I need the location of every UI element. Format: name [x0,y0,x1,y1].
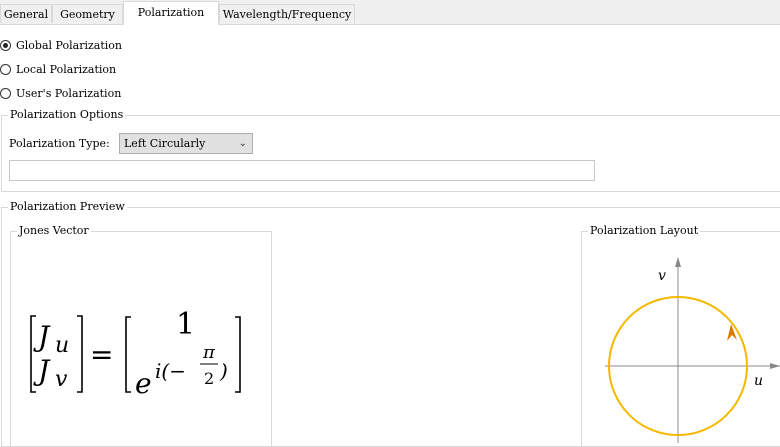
lhs-bottom-j: J [33,354,51,387]
lhs-top-sub: u [55,333,69,358]
rhs-frac-num: π [202,342,216,363]
v-axis-label: v [658,268,666,284]
rhs-top-one: 1 [176,307,195,342]
lhs-top-j: J [33,320,51,353]
rhs-left-bracket [125,316,131,393]
rhs-exp-base: e [135,367,152,400]
rhs-exp-prefix: i(− [155,359,186,383]
lhs-bottom-sub: v [55,367,68,392]
rhs-exp-suffix: ) [219,359,228,383]
rhs-frac-den: 2 [204,369,214,388]
equals-sign: = [90,338,113,371]
polarization-layout-plot: v u [605,257,780,443]
u-axis-label: u [754,373,763,389]
u-axis-arrow-icon [770,363,780,369]
lhs-left-bracket [30,315,36,393]
rhs-right-bracket [235,316,241,393]
v-axis-arrow-icon [675,257,681,267]
polarization-layout-title: Polarization Layout [588,224,701,238]
lhs-right-bracket [77,315,83,393]
